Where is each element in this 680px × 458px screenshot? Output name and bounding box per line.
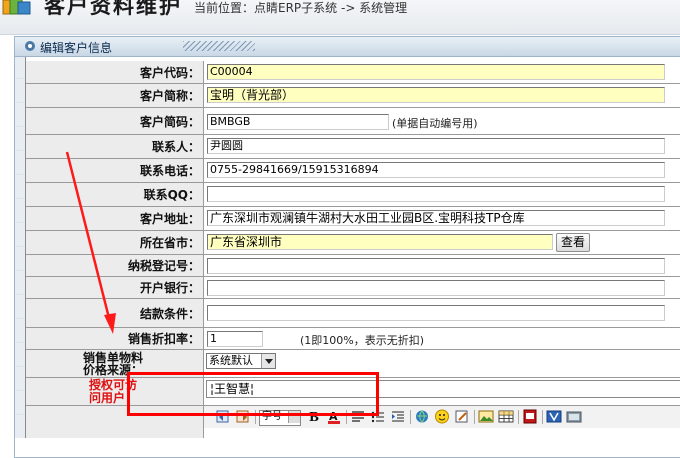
- bank-label: 开户银行：: [26, 277, 204, 299]
- discount-input[interactable]: 1: [207, 331, 263, 347]
- customer-code-input[interactable]: C00004: [207, 64, 665, 80]
- row-address: 客户地址： 广东深圳市观澜镇牛湖村大水田工业园B区.宝明科技TP仓库: [26, 207, 680, 231]
- panel-hatch-decoration: [183, 41, 255, 51]
- row-short-name: 客户简称： 宝明（背光部）: [26, 84, 680, 108]
- link-icon[interactable]: [414, 409, 430, 424]
- phone-input[interactable]: 0755-29841669/15915316894: [207, 162, 665, 178]
- chevron-down-icon[interactable]: [261, 354, 275, 368]
- media-icon[interactable]: [546, 409, 562, 424]
- row-code: 客户代码： C00004: [26, 61, 680, 84]
- breadcrumb-path: 点睛ERP子系统 -> 系统管理: [254, 1, 408, 15]
- left-strip: [15, 57, 25, 438]
- flash-icon[interactable]: [522, 409, 538, 424]
- breadcrumb: 当前位置：点睛ERP子系统 -> 系统管理: [194, 0, 407, 16]
- abbr-hint: (单据自动编号用): [392, 117, 478, 130]
- emoticon-icon[interactable]: [434, 409, 450, 424]
- row-city: 所在省市： 广东省深圳市 查看: [26, 231, 680, 255]
- page-title: 客户资料维护: [44, 0, 182, 18]
- row-tax-no: 纳税登记号：: [26, 255, 680, 277]
- row-abbr: 客户简码： BMBGB (单据自动编号用): [26, 108, 680, 135]
- preview-icon[interactable]: [566, 409, 582, 424]
- tax-no-input[interactable]: [207, 258, 665, 274]
- row-bank: 开户银行：: [26, 277, 680, 299]
- discount-label: 销售折扣率：: [26, 328, 204, 350]
- address-label: 客户地址：: [26, 207, 204, 231]
- indent-icon[interactable]: [390, 409, 406, 424]
- top-bar: 客户资料维护 当前位置：点睛ERP子系统 -> 系统管理: [0, 0, 680, 35]
- code-label: 客户代码：: [26, 61, 204, 84]
- phone-label: 联系电话：: [26, 159, 204, 183]
- panel-title: 编辑客户信息: [40, 41, 113, 55]
- tax-no-label: 纳税登记号：: [26, 255, 204, 277]
- city-label: 所在省市：: [26, 231, 204, 255]
- address-input[interactable]: 广东深圳市观澜镇牛湖村大水田工业园B区.宝明科技TP仓库: [207, 210, 665, 226]
- contact-input[interactable]: 尹圆圆: [207, 138, 665, 154]
- short-name-label: 客户简称：: [26, 84, 204, 108]
- view-city-button[interactable]: 查看: [556, 233, 590, 252]
- row-qq: 联系QQ：: [26, 183, 680, 207]
- price-source-select[interactable]: 系统默认: [206, 353, 276, 369]
- row-terms: 结款条件：: [26, 299, 680, 328]
- image-icon[interactable]: [478, 409, 494, 424]
- terms-input[interactable]: [207, 305, 665, 321]
- breadcrumb-prefix: 当前位置：: [194, 1, 255, 15]
- edit-icon[interactable]: [454, 409, 470, 424]
- city-input[interactable]: 广东省深圳市: [207, 234, 553, 250]
- row-discount: 销售折扣率： 1 (1即100%，表示无折扣): [26, 328, 680, 350]
- app-logo-icon: [2, 0, 31, 15]
- abbr-input[interactable]: BMBGB: [207, 114, 389, 130]
- table-icon[interactable]: [498, 409, 514, 424]
- bank-input[interactable]: [207, 280, 665, 296]
- abbr-label: 客户简码：: [26, 108, 204, 135]
- contact-label: 联系人：: [26, 135, 204, 159]
- terms-label: 结款条件：: [26, 299, 204, 328]
- short-name-input[interactable]: 宝明（背光部）: [207, 87, 665, 103]
- row-phone: 联系电话： 0755-29841669/15915316894: [26, 159, 680, 183]
- row-contact: 联系人： 尹圆圆: [26, 135, 680, 159]
- panel-bullet-icon: [25, 41, 35, 51]
- qq-input[interactable]: [207, 186, 665, 202]
- price-source-selected: 系统默认: [209, 354, 253, 367]
- panel-header: 编辑客户信息: [15, 37, 680, 57]
- discount-hint: (1即100%，表示无折扣): [300, 334, 425, 347]
- qq-label: 联系QQ：: [26, 183, 204, 207]
- annotation-highlight-box: [127, 372, 379, 416]
